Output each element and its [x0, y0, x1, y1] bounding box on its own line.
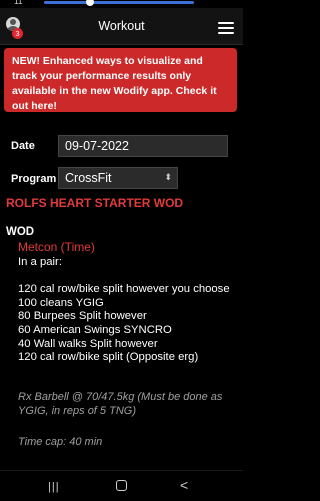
date-label: Date [11, 140, 35, 152]
wod-heading: WOD [6, 226, 35, 238]
component-title[interactable]: Metcon (Time) [18, 240, 95, 254]
hamburger-menu-icon[interactable] [218, 22, 234, 34]
recent-apps-icon[interactable]: ||| [48, 481, 60, 493]
chevron-updown-icon: ⬍ [164, 172, 172, 182]
home-icon[interactable] [116, 480, 127, 491]
promo-banner[interactable]: NEW! Enhanced ways to visualize and trac… [4, 48, 237, 112]
workout-description: In a pair: 120 cal row/bike split howeve… [18, 256, 230, 364]
android-nav-bar: ||| < [0, 470, 243, 501]
program-select-value: CrossFit [65, 171, 112, 185]
promo-banner-text: NEW! Enhanced ways to visualize and trac… [12, 55, 217, 112]
program-select[interactable]: CrossFit ⬍ [58, 167, 178, 189]
time-cap: Time cap: 40 min [18, 436, 103, 448]
media-progress-handle[interactable] [86, 0, 94, 6]
date-field[interactable]: 09-07-2022 [58, 135, 228, 157]
wod-name: ROLFS HEART STARTER WOD [6, 196, 184, 210]
program-label: Program [11, 173, 57, 185]
app-header: 3 Workout [0, 8, 243, 45]
status-bar: 11 [0, 0, 243, 8]
page-title: Workout [98, 19, 145, 33]
status-time: 11 [14, 0, 23, 6]
media-progress-track [44, 1, 194, 4]
rx-note: Rx Barbell @ 70/47.5kg (Must be done as … [18, 391, 223, 417]
back-icon[interactable]: < [180, 477, 188, 493]
